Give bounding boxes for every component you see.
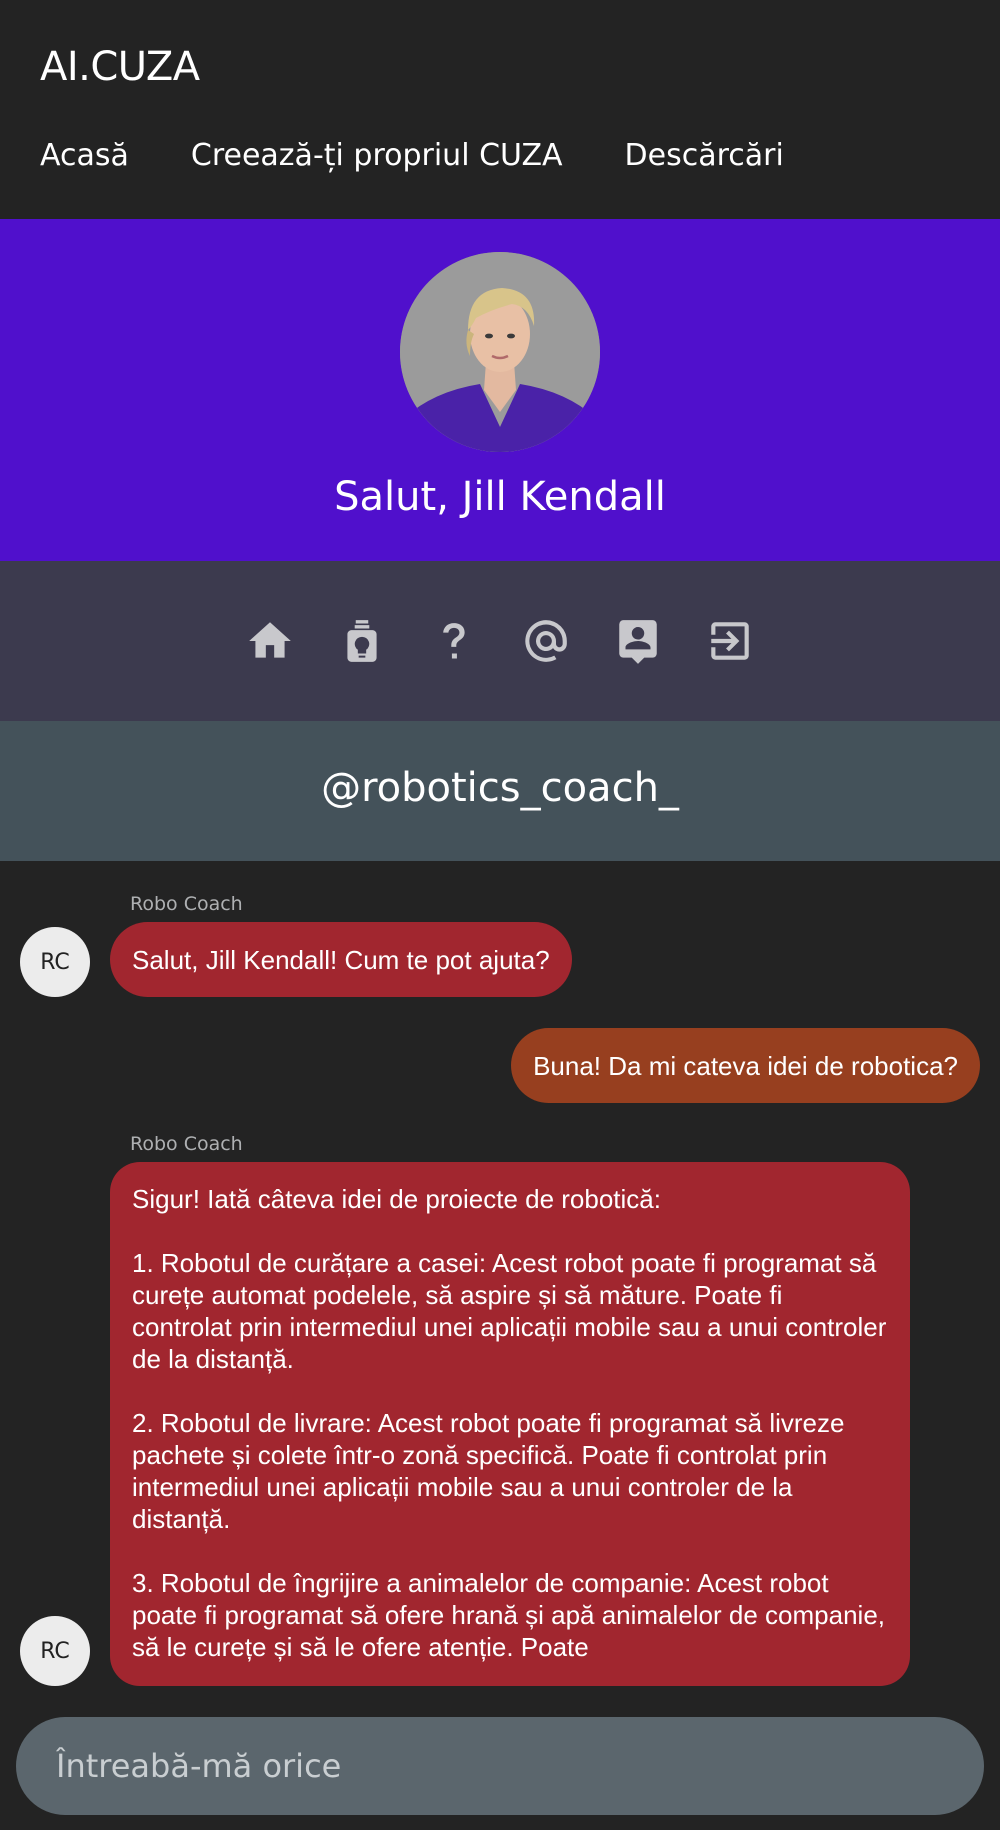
user-message-bubble: Buna! Da mi cateva idei de robotica?: [511, 1028, 980, 1103]
nav-link-downloads[interactable]: Descărcări: [625, 138, 784, 173]
message-sender: Robo Coach: [130, 1133, 243, 1155]
bot-avatar: RC: [20, 1616, 90, 1686]
brand-logo-text[interactable]: AI.CUZA: [40, 44, 200, 90]
bot-handle: @robotics_coach_: [321, 765, 679, 811]
main-nav: Acasă Creează-ți propriul CUZA Descărcăr…: [40, 138, 784, 173]
greeting-heading: Salut, Jill Kendall: [334, 474, 666, 520]
nav-link-create-cuza[interactable]: Creează-ți propriul CUZA: [191, 138, 563, 173]
portrait-image: [400, 252, 600, 452]
nav-link-home[interactable]: Acasă: [40, 138, 129, 173]
home-icon[interactable]: [245, 611, 295, 671]
question-icon[interactable]: [429, 611, 479, 671]
contact-icon[interactable]: [613, 611, 663, 671]
message-input[interactable]: [16, 1717, 984, 1815]
bot-message-bubble: Sigur! Iată câteva idei de proiecte de r…: [110, 1162, 910, 1686]
logout-icon[interactable]: [705, 611, 755, 671]
profile-banner: Salut, Jill Kendall: [0, 219, 1000, 561]
bot-handle-banner: @robotics_coach_: [0, 721, 1000, 861]
bot-avatar: RC: [20, 927, 90, 997]
bulb-badge-icon[interactable]: [337, 611, 387, 671]
at-sign-icon[interactable]: [521, 611, 571, 671]
icon-toolbar: [0, 561, 1000, 721]
message-input-container: [16, 1717, 984, 1815]
user-avatar: [400, 252, 600, 452]
message-sender: Robo Coach: [130, 893, 243, 915]
bot-message-bubble: Salut, Jill Kendall! Cum te pot ajuta?: [110, 922, 572, 997]
top-header: AI.CUZA Acasă Creează-ți propriul CUZA D…: [0, 0, 1000, 219]
